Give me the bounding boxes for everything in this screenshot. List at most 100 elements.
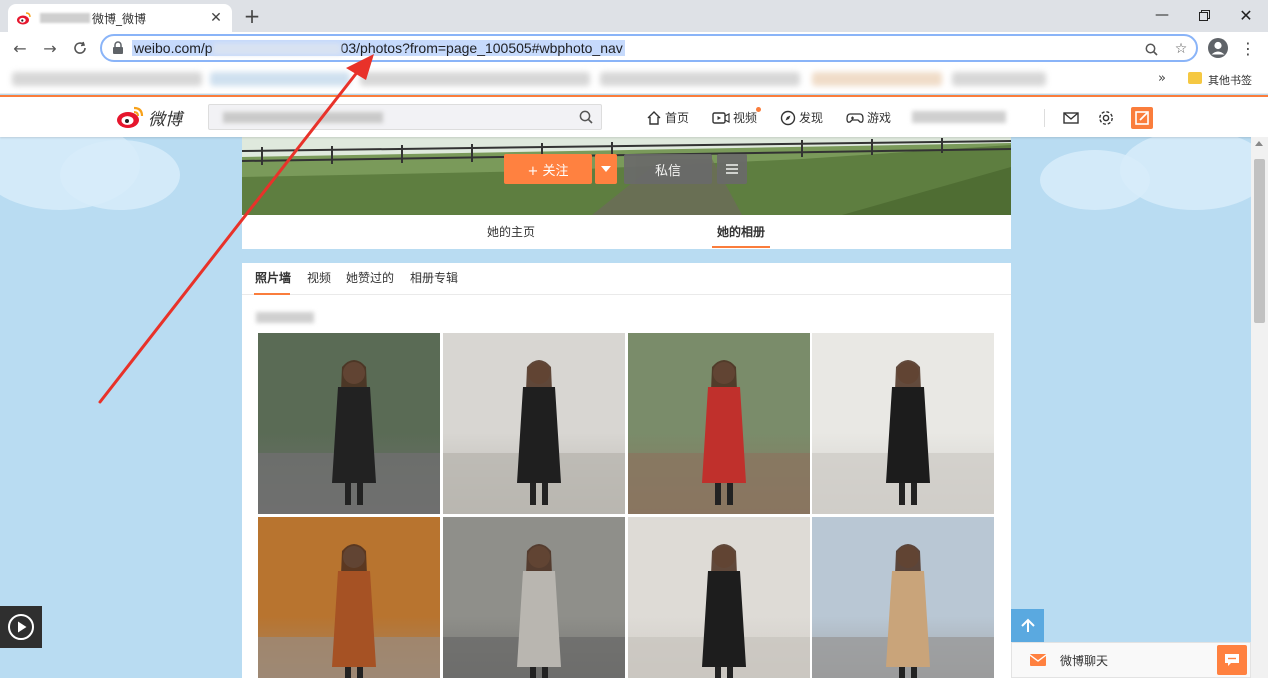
weibo-favicon-icon [17,12,31,25]
reload-button[interactable] [68,36,92,60]
zoom-icon[interactable] [1142,40,1160,58]
address-bar[interactable]: weibo.com/p 03/photos?from=page_100505#wb… [100,34,1198,62]
forward-button[interactable]: → [38,36,62,60]
back-to-top-button[interactable] [1011,609,1044,642]
photo-person-figure [812,544,994,678]
browser-tab-bar: 微博_微博 ✕ + — ✕ [0,0,1268,32]
bookmark-redacted[interactable] [210,72,350,86]
compose-icon [1135,111,1149,125]
photo-thumbnail[interactable] [258,517,440,678]
home-icon [647,110,661,125]
subtab-video[interactable]: 视频 [307,269,331,286]
lock-icon [113,41,123,54]
browser-toolbar: ← → weibo.com/p 03/photos?from=page_10050… [0,32,1268,64]
tab-title-redacted [40,13,90,23]
photo-thumbnail[interactable] [443,333,625,514]
game-icon [846,112,864,123]
url-text: weibo.com/p 03/photos?from=page_100505#wb… [132,40,625,56]
more-options-button[interactable] [717,154,747,184]
bookmark-redacted[interactable] [812,72,942,86]
photo-person-figure [628,544,810,678]
nav-video-label: 视频 [733,111,758,125]
mail-icon[interactable] [1062,109,1080,127]
close-tab-icon[interactable]: ✕ [208,10,224,26]
photo-person-figure [258,544,440,678]
nav-home[interactable]: 首页 [646,109,689,126]
private-message-button[interactable]: 私信 [624,154,712,184]
background-cloud [60,140,180,210]
nav-discover-label: 发现 [799,111,824,125]
restore-window-button[interactable] [1182,0,1226,30]
search-icon[interactable] [579,110,593,124]
weibo-top-nav: 微博 首页 视频 发现 游戏 [0,95,1268,137]
bookmark-star-icon[interactable]: ☆ [1172,40,1190,58]
subtab-albums[interactable]: 相册专辑 [410,269,458,286]
nav-discover[interactable]: 发现 [780,109,823,126]
subtab-liked[interactable]: 她赞过的 [346,269,394,286]
url-prefix: weibo.com/p [134,40,213,56]
weibo-chat-bar[interactable]: 微博聊天 [1011,642,1251,678]
open-chat-button[interactable] [1217,645,1247,675]
new-content-dot [756,107,761,112]
menu-icon [726,164,738,174]
discover-icon [780,110,796,125]
active-subtab-indicator [254,293,290,295]
subtab-photo-wall[interactable]: 照片墙 [255,269,291,286]
weibo-logo[interactable]: 微博 [116,104,188,130]
other-bookmarks-folder[interactable]: 其他书签 [1208,72,1252,88]
video-icon [712,111,730,124]
envelope-icon [1030,654,1046,666]
photo-thumbnail[interactable] [628,333,810,514]
page-scrollbar[interactable] [1251,137,1268,678]
photo-person-figure [812,360,994,514]
active-tab-indicator [712,246,770,248]
background-cloud [1040,150,1150,210]
tab-title: 微博_微博 [92,11,147,26]
search-text-redacted [223,112,383,123]
bookmark-redacted[interactable] [12,72,202,86]
nav-game-label: 游戏 [867,111,892,125]
back-button[interactable]: ← [8,36,32,60]
album-panel: 照片墙 视频 她赞过的 相册专辑 [242,263,1011,678]
follow-dropdown-button[interactable] [595,154,617,184]
weibo-logo-icon [117,106,144,128]
photo-thumbnail[interactable] [443,517,625,678]
folder-icon [1188,72,1202,84]
bookmarks-overflow-button[interactable]: » [1158,71,1166,86]
minimize-window-button[interactable]: — [1140,0,1184,30]
profile-avatar-icon[interactable] [1207,37,1229,59]
nav-game[interactable]: 游戏 [846,109,891,126]
photo-thumbnail[interactable] [258,333,440,514]
browser-menu-button[interactable]: ⋮ [1240,36,1256,60]
scrollbar-thumb[interactable] [1254,159,1265,323]
tab-her-homepage[interactable]: 她的主页 [487,223,535,240]
album-date-redacted [256,312,314,323]
photo-thumbnail[interactable] [812,333,994,514]
bookmark-redacted[interactable] [360,72,590,86]
chat-label: 微博聊天 [1060,653,1109,668]
bookmark-redacted[interactable] [600,72,800,86]
tab-her-album[interactable]: 她的相册 [717,223,765,240]
reload-icon [74,41,86,54]
nav-video[interactable]: 视频 [712,107,761,126]
photo-person-figure [443,360,625,514]
photo-thumbnail[interactable] [812,517,994,678]
user-name-redacted[interactable] [912,111,1006,123]
close-window-button[interactable]: ✕ [1224,0,1268,30]
browser-tab[interactable]: 微博_微博 ✕ [8,4,232,32]
gear-icon[interactable] [1097,109,1115,127]
photo-person-figure [258,360,440,514]
bookmark-redacted[interactable] [952,72,1046,86]
scroll-up-icon[interactable] [1255,141,1263,146]
compose-button[interactable] [1131,107,1153,129]
nav-separator [1044,109,1045,127]
play-icon [8,614,34,640]
photo-thumbnail[interactable] [628,517,810,678]
photo-person-figure [628,360,810,514]
follow-button[interactable]: + 关注 [504,154,592,184]
new-tab-button[interactable]: + [240,4,264,28]
bookmarks-bar: » 其他书签 [0,64,1268,94]
weibo-search-input[interactable] [208,104,602,130]
photo-person-figure [443,544,625,678]
video-player-toggle[interactable] [0,606,42,648]
